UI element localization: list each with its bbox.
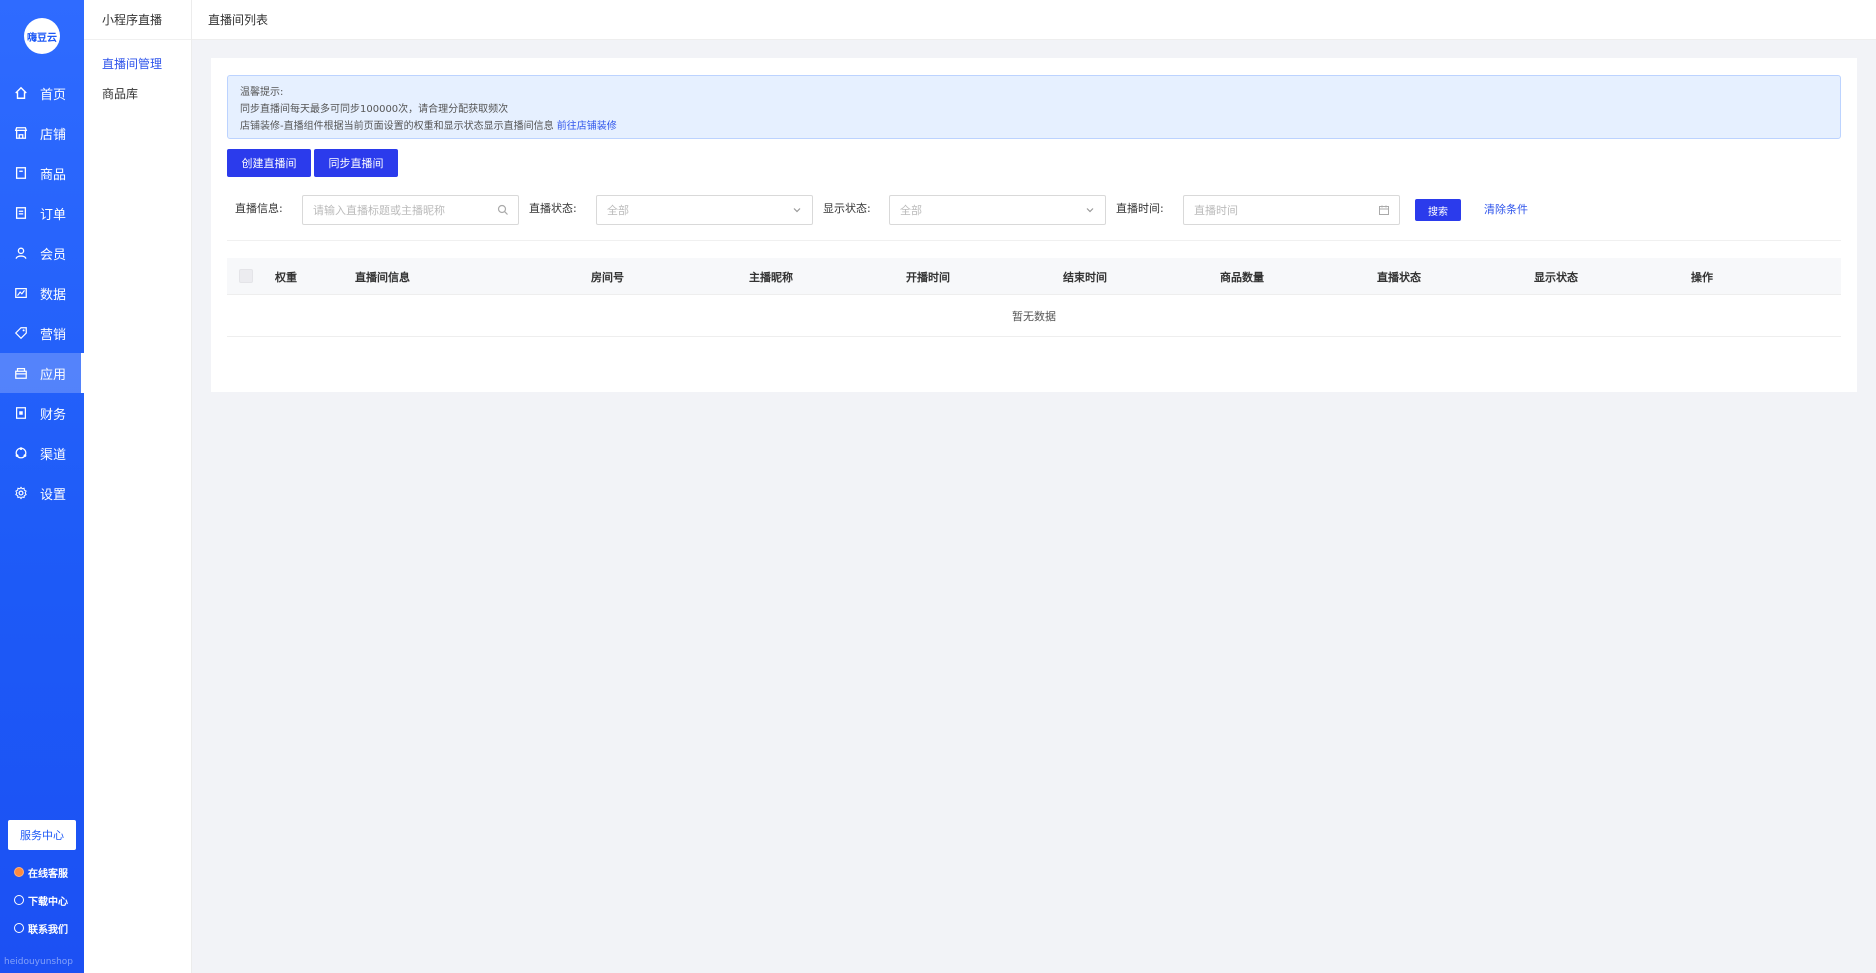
nav-item-goods[interactable]: 商品 bbox=[0, 153, 84, 193]
column-header: 商品数量 bbox=[1220, 271, 1264, 284]
live-info-placeholder: 请输入直播标题或主播昵称 bbox=[313, 204, 445, 217]
nav-item-order[interactable]: 订单 bbox=[0, 193, 84, 233]
column-header: 权重 bbox=[275, 271, 297, 284]
nav-item-label: 营销 bbox=[40, 327, 67, 343]
live-time-picker[interactable]: 直播时间 bbox=[1183, 195, 1400, 225]
nav-item-label: 应用 bbox=[40, 367, 67, 383]
notice-title: 温馨提示: bbox=[240, 87, 284, 98]
nav-item-channel[interactable]: 渠道 bbox=[0, 433, 84, 473]
watermark: heidouyunshop bbox=[4, 957, 74, 967]
nav-item-apps[interactable]: 应用 bbox=[0, 353, 84, 393]
chat-icon bbox=[14, 867, 24, 877]
notice-box: 温馨提示: 同步直播间每天最多可同步100000次，请合理分配获取频次 店铺装修… bbox=[227, 75, 1841, 139]
nav-item-label: 财务 bbox=[40, 407, 67, 423]
goods-icon bbox=[14, 166, 28, 180]
select-all-checkbox[interactable] bbox=[239, 269, 253, 283]
contact-us-link[interactable]: 联系我们 bbox=[14, 920, 84, 936]
app-icon bbox=[14, 366, 28, 380]
nav-item-label: 订单 bbox=[40, 207, 67, 223]
column-header: 房间号 bbox=[591, 271, 624, 284]
download-icon bbox=[14, 895, 24, 905]
nav-item-finance[interactable]: 财务 bbox=[0, 393, 84, 433]
notice-line-1: 同步直播间每天最多可同步100000次，请合理分配获取频次 bbox=[240, 104, 509, 115]
search-icon bbox=[497, 204, 509, 216]
nav-item-label: 店铺 bbox=[40, 127, 67, 143]
download-center-link[interactable]: 下载中心 bbox=[14, 892, 84, 908]
sub-sidebar: 小程序直播 直播间管理 商品库 bbox=[84, 0, 192, 973]
nav-item-marketing[interactable]: 营销 bbox=[0, 313, 84, 353]
main-card: 温馨提示: 同步直播间每天最多可同步100000次，请合理分配获取频次 店铺装修… bbox=[211, 58, 1857, 392]
nav-item-label: 首页 bbox=[40, 87, 67, 103]
nav-item-store[interactable]: 店铺 bbox=[0, 113, 84, 153]
tag-icon bbox=[14, 326, 28, 340]
table-header: 权重 直播间信息 房间号 主播昵称 开播时间 结束时间 商品数量 直播状态 显示… bbox=[227, 258, 1841, 295]
nav-item-settings[interactable]: 设置 bbox=[0, 473, 84, 513]
breadcrumb: 直播间列表 bbox=[208, 13, 269, 27]
store-decoration-link[interactable]: 前往店铺装修 bbox=[557, 121, 617, 132]
gear-icon bbox=[14, 486, 28, 500]
nav-item-label: 设置 bbox=[40, 487, 67, 503]
column-header: 结束时间 bbox=[1063, 271, 1107, 284]
subnav-title: 小程序直播 bbox=[84, 0, 191, 40]
order-icon bbox=[14, 206, 28, 220]
column-header: 直播状态 bbox=[1377, 271, 1421, 284]
finance-icon bbox=[14, 406, 28, 420]
column-header: 主播昵称 bbox=[749, 271, 793, 284]
live-time-placeholder: 直播时间 bbox=[1194, 204, 1238, 217]
sync-live-room-button[interactable]: 同步直播间 bbox=[314, 149, 398, 177]
chevron-down-icon bbox=[791, 204, 803, 216]
contact-icon bbox=[14, 923, 24, 933]
page-header: 直播间列表 bbox=[192, 0, 1876, 40]
live-status-label: 直播状态: bbox=[529, 202, 577, 215]
subnav-item-live-room-manage[interactable]: 直播间管理 bbox=[84, 48, 191, 78]
chart-icon bbox=[14, 286, 28, 300]
store-icon bbox=[14, 126, 28, 140]
notice-line-2: 店铺装修-直播组件根据当前页面设置的权重和显示状态显示直播间信息 bbox=[240, 121, 554, 132]
nav-item-member[interactable]: 会员 bbox=[0, 233, 84, 273]
service-center-button[interactable]: 服务中心 bbox=[8, 820, 76, 850]
live-time-label: 直播时间: bbox=[1116, 202, 1164, 215]
column-header: 操作 bbox=[1691, 271, 1713, 284]
nav-item-label: 数据 bbox=[40, 287, 67, 303]
column-header: 开播时间 bbox=[906, 271, 950, 284]
chevron-down-icon bbox=[1084, 204, 1096, 216]
download-center-label: 下载中心 bbox=[28, 896, 68, 908]
live-info-label: 直播信息: bbox=[235, 202, 283, 215]
brand-logo[interactable]: 嗨豆云 bbox=[24, 18, 60, 54]
live-status-select[interactable]: 全部 bbox=[596, 195, 813, 225]
channel-icon bbox=[14, 446, 28, 460]
display-status-value: 全部 bbox=[900, 204, 922, 217]
empty-state: 暂无数据 bbox=[227, 295, 1841, 337]
column-header: 显示状态 bbox=[1534, 271, 1578, 284]
main-sidebar: 嗨豆云 首页 店铺 商品 订单 会员 数据 营销 应用 财务 渠道 设置 服务中… bbox=[0, 0, 84, 973]
display-status-label: 显示状态: bbox=[823, 202, 871, 215]
member-icon bbox=[14, 246, 28, 260]
divider bbox=[227, 240, 1841, 241]
nav-item-label: 商品 bbox=[40, 167, 67, 183]
home-icon bbox=[14, 86, 28, 100]
clear-filters-link[interactable]: 清除条件 bbox=[1484, 201, 1528, 217]
contact-us-label: 联系我们 bbox=[28, 924, 68, 936]
nav-item-data[interactable]: 数据 bbox=[0, 273, 84, 313]
search-button[interactable]: 搜索 bbox=[1415, 199, 1461, 221]
nav-item-label: 渠道 bbox=[40, 447, 67, 463]
online-service-label: 在线客服 bbox=[28, 868, 68, 880]
notice-line-2-wrap: 店铺装修-直播组件根据当前页面设置的权重和显示状态显示直播间信息 前往店铺装修 bbox=[240, 118, 1828, 135]
subnav-item-goods-library[interactable]: 商品库 bbox=[84, 78, 191, 108]
live-status-value: 全部 bbox=[607, 204, 629, 217]
live-info-input[interactable]: 请输入直播标题或主播昵称 bbox=[302, 195, 519, 225]
column-header: 直播间信息 bbox=[355, 271, 410, 284]
display-status-select[interactable]: 全部 bbox=[889, 195, 1106, 225]
create-live-room-button[interactable]: 创建直播间 bbox=[227, 149, 311, 177]
calendar-icon bbox=[1378, 204, 1390, 216]
online-service-link[interactable]: 在线客服 bbox=[14, 864, 84, 880]
nav-item-label: 会员 bbox=[40, 247, 67, 263]
nav-item-home[interactable]: 首页 bbox=[0, 73, 84, 113]
